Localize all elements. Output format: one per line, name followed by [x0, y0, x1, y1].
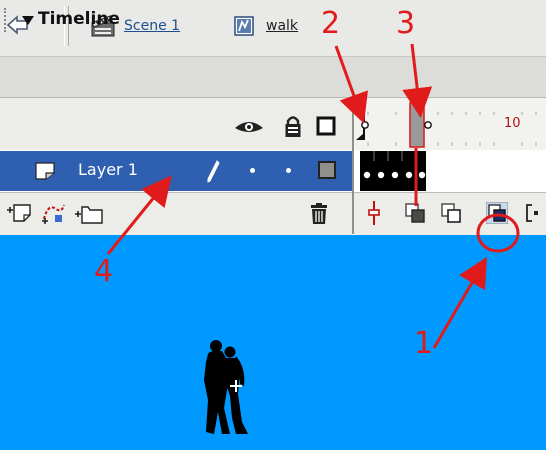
delete-layer-icon[interactable]	[308, 202, 330, 226]
onion-skin-icon[interactable]	[404, 202, 426, 224]
playhead[interactable]	[409, 102, 425, 148]
insert-layer-icon[interactable]	[4, 201, 34, 225]
scene-link[interactable]: Scene 1	[124, 18, 180, 34]
eye-icon[interactable]	[234, 118, 264, 138]
onion-end-marker[interactable]	[424, 121, 432, 129]
outline-icon[interactable]	[316, 116, 336, 136]
keyframes[interactable]	[360, 151, 426, 191]
annotation-label-1: 1	[414, 326, 434, 361]
lock-dot[interactable]	[286, 168, 291, 173]
collapse-triangle-icon[interactable]	[22, 16, 34, 25]
edit-multiple-frames-icon[interactable]	[486, 202, 508, 224]
layers-frames-divider[interactable]	[352, 98, 354, 234]
timeline-title: Timeline	[38, 9, 120, 29]
stage[interactable]	[0, 235, 546, 450]
annotation-label-3: 3	[396, 6, 416, 41]
timeline-panel-header[interactable]	[0, 57, 546, 98]
layer-icon	[35, 162, 55, 180]
walking-couple-figure[interactable]	[196, 334, 262, 438]
outline-color-icon[interactable]	[318, 161, 336, 179]
annotation-label-2: 2	[321, 6, 341, 41]
annotation-label-4: 4	[94, 254, 114, 289]
layer-name[interactable]: Layer 1	[78, 160, 138, 179]
add-motion-guide-icon[interactable]	[40, 201, 68, 225]
symbol-link[interactable]: walk	[266, 18, 298, 34]
pencil-icon	[207, 160, 220, 183]
modify-onion-markers-icon[interactable]	[524, 202, 546, 224]
ruler-label-10: 10	[504, 116, 521, 131]
lock-icon[interactable]	[284, 114, 302, 138]
center-frame-icon[interactable]	[366, 200, 382, 226]
onion-start-marker[interactable]	[356, 110, 369, 140]
movieclip-symbol-icon	[234, 16, 254, 36]
onion-skin-outlines-icon[interactable]	[440, 202, 462, 224]
visibility-dot[interactable]	[250, 168, 255, 173]
panel-grip-icon[interactable]	[4, 8, 10, 32]
insert-folder-icon[interactable]	[74, 200, 104, 226]
